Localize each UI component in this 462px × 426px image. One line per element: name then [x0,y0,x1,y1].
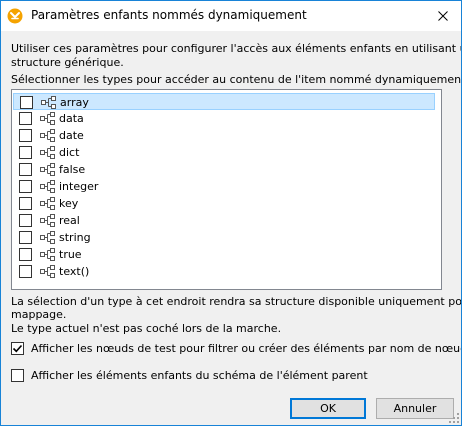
close-button[interactable] [432,5,454,27]
item-label: string [59,231,91,244]
list-item[interactable]: integer [13,178,435,195]
list-item[interactable]: true [13,246,435,263]
item-checkbox[interactable] [19,265,32,278]
list-item[interactable]: key [13,195,435,212]
item-label: dict [59,146,80,159]
dialog-title: Paramètres enfants nommés dynamiquement [31,8,307,22]
item-checkbox[interactable] [19,197,32,210]
node-tree-icon [40,129,56,142]
ok-button-label: OK [320,402,336,415]
cancel-button[interactable]: Annuler [376,398,454,419]
item-label: key [59,197,79,210]
intro-text-line1: Utiliser ces paramètres pour configurer … [11,42,462,55]
list-item[interactable]: array [13,93,435,110]
note-line2: mappage. [11,308,67,321]
node-tree-icon [40,180,56,193]
item-checkbox[interactable] [19,146,32,159]
node-tree-icon [40,146,56,159]
node-tree-icon [40,163,56,176]
note-line3: Le type actuel n'est pas coché lors de l… [11,322,282,335]
item-checkbox[interactable] [19,231,32,244]
node-tree-icon [40,265,56,278]
show-test-nodes-label: Afficher les nœuds de test pour filtrer … [31,342,462,355]
item-label: true [59,248,82,261]
intro-text-line2: structure générique. [11,56,124,69]
node-tree-icon [41,96,57,109]
resize-grip-icon[interactable] [449,413,459,423]
list-item[interactable]: false [13,161,435,178]
app-icon [7,8,23,24]
list-item[interactable]: real [13,212,435,229]
check-icon [12,344,23,353]
item-label: data [59,112,84,125]
item-label: date [59,129,84,142]
item-checkbox[interactable] [19,129,32,142]
node-tree-icon [40,214,56,227]
node-tree-icon [40,248,56,261]
item-label: false [59,163,86,176]
title-bar: Paramètres enfants nommés dynamiquement [1,1,461,31]
item-label: integer [59,180,99,193]
cancel-button-label: Annuler [393,402,437,415]
list-item[interactable]: string [13,229,435,246]
node-tree-icon [40,231,56,244]
list-item[interactable]: data [13,110,435,127]
item-label: real [59,214,80,227]
list-item[interactable]: date [13,127,435,144]
item-checkbox[interactable] [19,214,32,227]
item-label: array [60,96,89,109]
show-schema-children-label: Afficher les éléments enfants du schéma … [31,369,368,382]
item-checkbox[interactable] [20,96,33,109]
node-tree-icon [40,112,56,125]
ok-button[interactable]: OK [290,398,366,419]
node-tree-icon [40,197,56,210]
show-schema-children-checkbox[interactable] [11,369,24,382]
types-list[interactable]: array data date dict false integer key r… [11,89,442,290]
item-checkbox[interactable] [19,180,32,193]
note-line1: La sélection d'un type à cet endroit ren… [11,295,462,308]
close-icon [438,11,448,21]
item-checkbox[interactable] [19,112,32,125]
item-label: text() [59,265,90,278]
item-checkbox[interactable] [19,248,32,261]
dialog-window: Paramètres enfants nommés dynamiquement … [0,0,462,426]
item-checkbox[interactable] [19,163,32,176]
list-item[interactable]: text() [13,263,435,280]
list-item[interactable]: dict [13,144,435,161]
list-caption: Sélectionner les types pour accéder au c… [11,73,462,86]
